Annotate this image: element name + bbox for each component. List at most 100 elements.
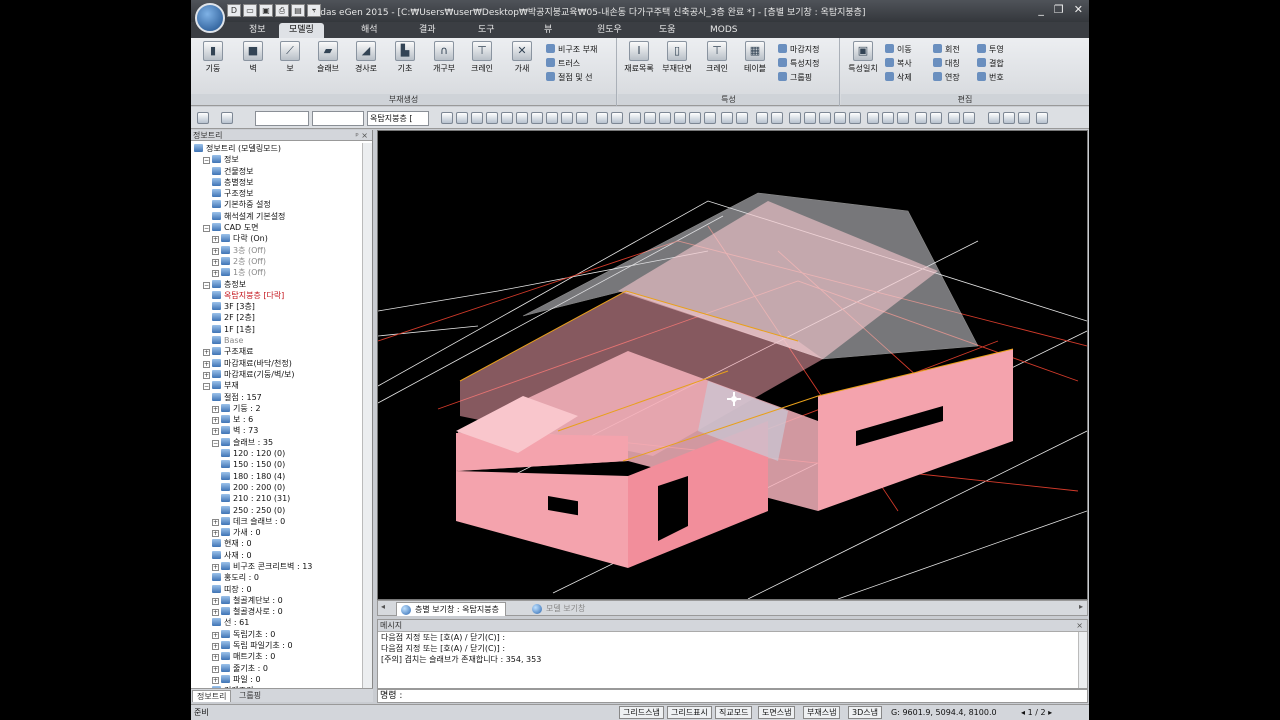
view-icon-23[interactable] — [789, 112, 801, 124]
view-icon-29[interactable] — [882, 112, 894, 124]
section-button[interactable]: ▯ 부재단면 — [662, 41, 692, 74]
match-property-button[interactable]: ▣ 특성일치 — [845, 41, 881, 74]
view-icon-22[interactable] — [771, 112, 783, 124]
slab-button[interactable]: ▰ 슬래브 — [313, 41, 343, 74]
tab-mods[interactable]: MODS — [700, 23, 748, 38]
expand-toggle-icon[interactable]: + — [212, 563, 219, 571]
grouping-button[interactable]: 그룹핑 — [778, 72, 812, 83]
view-icon-13[interactable] — [629, 112, 641, 124]
tree-node[interactable]: 해석설계 기본설정 — [191, 211, 362, 222]
tree-node[interactable]: 현재 : 0 — [191, 538, 362, 549]
view-icon-2[interactable] — [456, 112, 468, 124]
3d-snap-toggle[interactable]: 3D스냅 — [848, 706, 882, 719]
tree-node[interactable]: 180 : 180 (4) — [191, 471, 362, 482]
crane-prop-button[interactable]: ⊤ 크레인 — [702, 41, 732, 74]
view-icon-14[interactable] — [644, 112, 656, 124]
expand-toggle-icon[interactable]: + — [212, 417, 219, 425]
view-icon-15[interactable] — [659, 112, 671, 124]
view-icon-20[interactable] — [736, 112, 748, 124]
expand-toggle-icon[interactable]: + — [203, 360, 210, 368]
expand-toggle-icon[interactable]: + — [212, 597, 219, 605]
tab-scroll-right-icon[interactable]: ▸ — [1079, 602, 1083, 611]
view-icon-8[interactable] — [546, 112, 558, 124]
node-line-button[interactable]: 절점 및 선 — [546, 72, 593, 83]
tree-node[interactable]: Base — [191, 335, 362, 346]
expand-toggle-icon[interactable]: + — [212, 654, 219, 662]
tree-node[interactable]: 250 : 250 (0) — [191, 505, 362, 516]
undo-icon[interactable] — [197, 112, 209, 124]
tree-scrollbar[interactable] — [362, 143, 372, 688]
tree-node[interactable]: 선 : 61 — [191, 617, 362, 628]
tree-node[interactable]: + 독립기초 : 0 — [191, 629, 362, 640]
tab-grouping[interactable]: 그룹핑 — [235, 690, 265, 702]
expand-toggle-icon[interactable]: + — [212, 631, 219, 639]
expand-toggle-icon[interactable]: − — [212, 439, 219, 447]
view-icon-36[interactable] — [1003, 112, 1015, 124]
view-icon-28[interactable] — [867, 112, 879, 124]
view-icon-37[interactable] — [1018, 112, 1030, 124]
page-number[interactable]: 1 — [1028, 708, 1033, 717]
tree-node[interactable]: + 마감재료(기둥/벽/보) — [191, 369, 362, 380]
redo-icon[interactable] — [221, 112, 233, 124]
tree-node[interactable]: 2F [2층] — [191, 312, 362, 323]
expand-toggle-icon[interactable]: + — [203, 371, 210, 379]
view-icon-38[interactable] — [1036, 112, 1048, 124]
view-icon-30[interactable] — [897, 112, 909, 124]
view-icon-19[interactable] — [721, 112, 733, 124]
view-icon-27[interactable] — [849, 112, 861, 124]
tree-node[interactable]: 기본하중 설정 — [191, 199, 362, 210]
tab-modeling[interactable]: 모델링 — [279, 23, 324, 38]
number-button[interactable]: 번호 — [977, 72, 1004, 83]
print-button[interactable]: ⎙ — [275, 4, 289, 17]
expand-toggle-icon[interactable]: + — [203, 349, 210, 357]
tab-scroll-left-icon[interactable]: ◂ — [381, 602, 385, 611]
toolbar-combo-1[interactable] — [255, 111, 309, 126]
tree-node[interactable]: + 철골경사로 : 0 — [191, 606, 362, 617]
expand-toggle-icon[interactable]: + — [212, 530, 219, 538]
tree-node[interactable]: + 매트기초 : 0 — [191, 651, 362, 662]
ramp-button[interactable]: ◢ 경사로 — [351, 41, 381, 74]
expand-toggle-icon[interactable]: + — [212, 609, 219, 617]
view-icon-1[interactable] — [441, 112, 453, 124]
tree-node[interactable]: 띠장 : 0 — [191, 584, 362, 595]
mirror-button[interactable]: 대칭 — [933, 58, 960, 69]
toolbar-combo-2[interactable] — [312, 111, 364, 126]
tree-node[interactable]: 건물정보 — [191, 166, 362, 177]
tree-node[interactable]: 홍도리 : 0 — [191, 572, 362, 583]
view-icon-12[interactable] — [611, 112, 623, 124]
opening-button[interactable]: ∩ 개구부 — [429, 41, 459, 74]
tree-node[interactable]: + 기둥 : 2 — [191, 403, 362, 414]
message-scrollbar[interactable] — [1078, 632, 1087, 688]
view-icon-32[interactable] — [930, 112, 942, 124]
expand-toggle-icon[interactable]: + — [212, 405, 219, 413]
close-button[interactable]: ✕ — [1074, 3, 1083, 16]
view-icon-17[interactable] — [689, 112, 701, 124]
view-icon-35[interactable] — [988, 112, 1000, 124]
tab-analysis[interactable]: 해석 — [351, 23, 388, 38]
brace-button[interactable]: ✕ 가새 — [507, 41, 537, 74]
tree-node[interactable]: 구조정보 — [191, 188, 362, 199]
command-line[interactable]: 명령 : — [377, 689, 1088, 703]
view-icon-3[interactable] — [471, 112, 483, 124]
member-snap-toggle[interactable]: 부재스냅 — [803, 706, 841, 719]
finish-assign-button[interactable]: 마감지정 — [778, 44, 819, 55]
view-icon-25[interactable] — [819, 112, 831, 124]
view-icon-24[interactable] — [804, 112, 816, 124]
view-icon-16[interactable] — [674, 112, 686, 124]
minimize-button[interactable]: _ — [1038, 3, 1044, 16]
expand-toggle-icon[interactable]: + — [212, 518, 219, 526]
tree-node[interactable]: 1F [1층] — [191, 324, 362, 335]
tab-view[interactable]: 뷰 — [534, 23, 562, 38]
tree-node[interactable]: − 층정보 — [191, 279, 362, 290]
tree-node[interactable]: − 정보 — [191, 154, 362, 165]
tree-node[interactable]: 사재 : 0 — [191, 550, 362, 561]
tree-node[interactable]: − 부재 — [191, 380, 362, 391]
view-icon-18[interactable] — [704, 112, 716, 124]
expand-toggle-icon[interactable]: + — [212, 665, 219, 673]
tree-node[interactable]: + 마감재료(바닥/천정) — [191, 358, 362, 369]
expand-toggle-icon[interactable]: + — [212, 247, 219, 255]
tab-results[interactable]: 결과 — [409, 23, 446, 38]
expand-toggle-icon[interactable]: − — [203, 281, 210, 289]
delete-button[interactable]: 삭제 — [885, 72, 912, 83]
view-icon-33[interactable] — [948, 112, 960, 124]
